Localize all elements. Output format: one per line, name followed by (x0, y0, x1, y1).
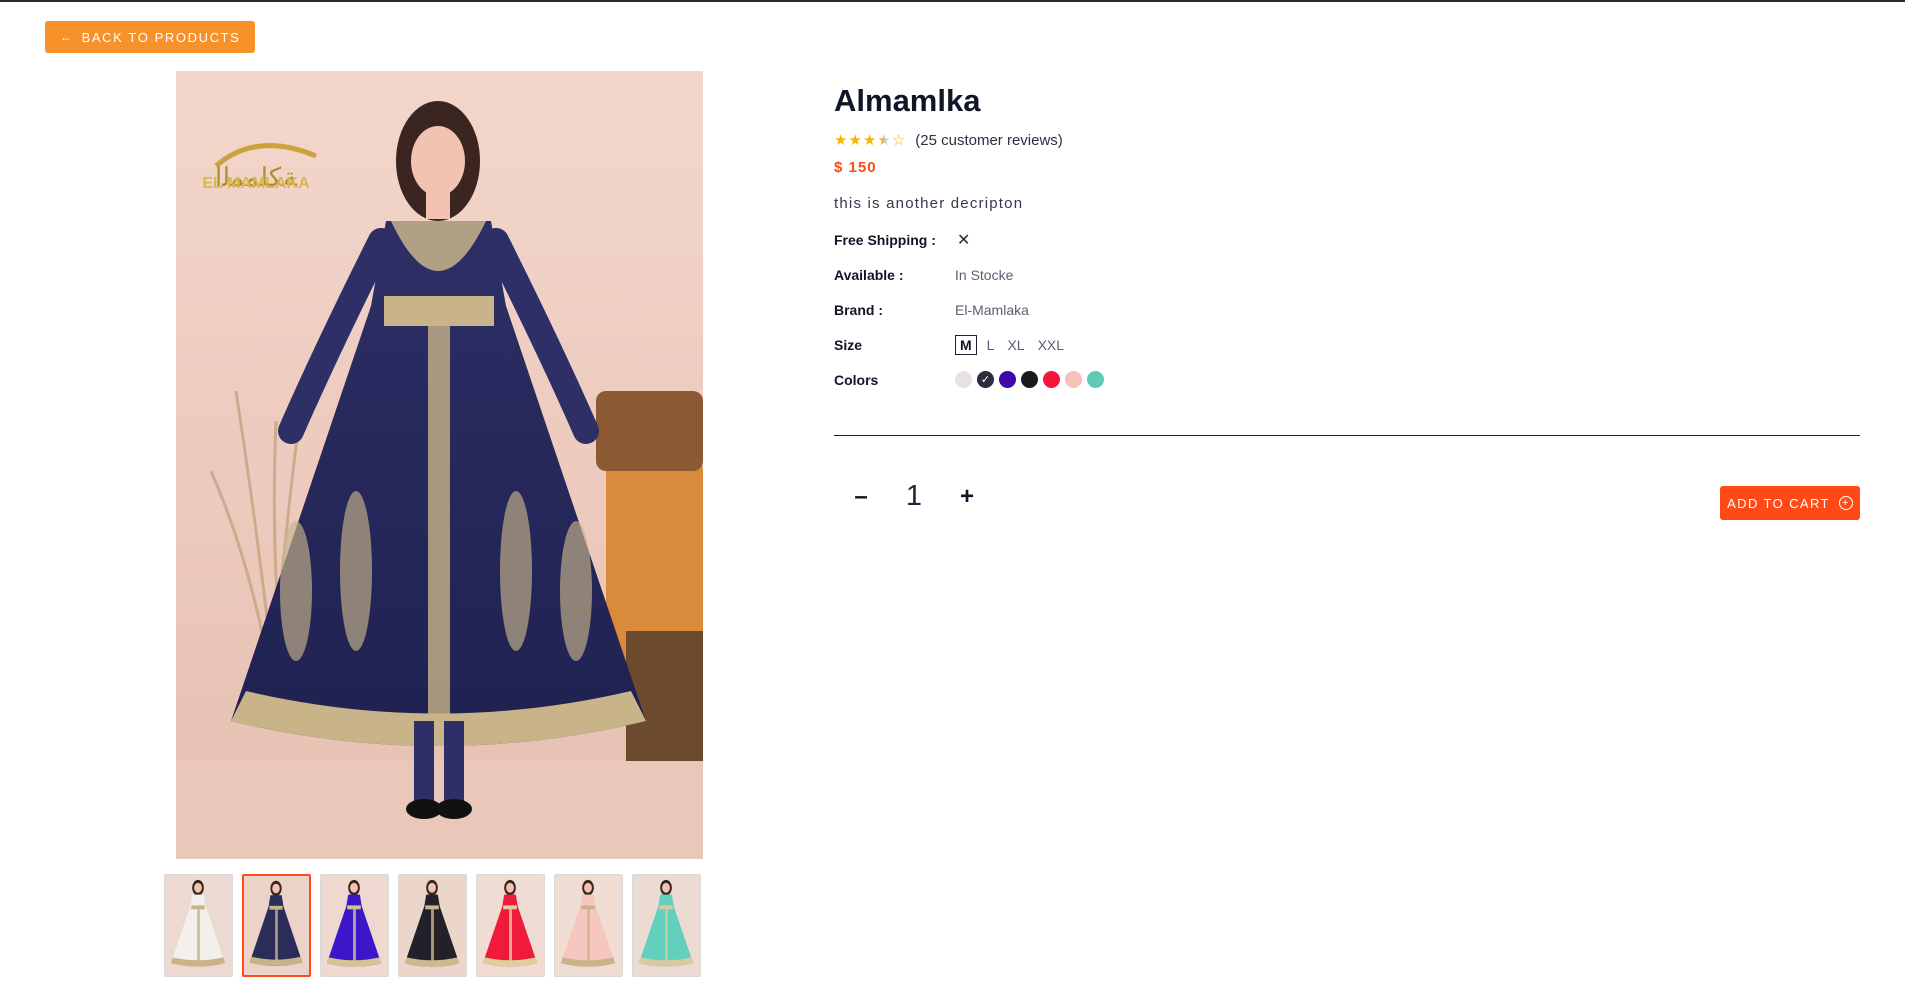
size-option-l[interactable]: L (984, 336, 998, 354)
star-empty-icon: ☆ (891, 131, 906, 149)
star-full-icon: ★ (834, 131, 848, 149)
top-border (0, 0, 1905, 2)
product-thumbnail[interactable] (320, 874, 389, 977)
product-thumbnail[interactable] (554, 874, 623, 977)
details-divider (834, 435, 1860, 436)
close-icon: ✕ (957, 231, 971, 249)
size-option-m[interactable]: M (955, 334, 977, 355)
product-details: Almamlka ★ ★ ★ ★ ☆ (25 customer reviews) $ 1… (834, 80, 1860, 397)
size-label: Size (834, 336, 863, 353)
colors-row: Colors ✓ (834, 362, 1860, 397)
add-to-cart-label: ADD TO CART (1727, 495, 1830, 511)
rating-row: ★ ★ ★ ★ ☆ (25 customer reviews) (834, 130, 1860, 150)
brand-row: Brand : El-Mamlaka (834, 292, 1860, 327)
add-to-cart-button[interactable]: ADD TO CART + (1720, 486, 1860, 520)
product-thumbnail[interactable] (632, 874, 701, 977)
size-row: Size M L XL XXL (834, 327, 1860, 362)
decrease-quantity-button[interactable]: – (850, 483, 872, 511)
color-swatch[interactable] (999, 371, 1016, 388)
color-swatch[interactable] (1043, 371, 1060, 388)
brand-value: El-Mamlaka (955, 301, 1029, 318)
color-options: ✓ (955, 371, 1104, 388)
star-full-icon: ★ (848, 131, 862, 149)
color-swatch[interactable]: ✓ (977, 371, 994, 388)
size-option-xxl[interactable]: XXL (1035, 336, 1067, 354)
product-title: Almamlka (834, 83, 981, 118)
arrow-left-icon: ← (60, 30, 74, 44)
plus-circle-icon: + (1838, 496, 1853, 510)
star-half-icon: ★ (877, 131, 891, 149)
color-swatch[interactable] (1087, 371, 1104, 388)
quantity-value: 1 (905, 480, 923, 512)
available-label: Available : (834, 266, 904, 283)
thumbnail-strip (164, 874, 701, 977)
image-watermark-text: EL MAMLAKA (202, 175, 310, 192)
free-shipping-row: Free Shipping : ✕ (834, 222, 1860, 257)
star-full-icon: ★ (862, 131, 877, 149)
check-icon: ✓ (980, 374, 991, 386)
size-option-xl[interactable]: XL (1004, 336, 1027, 354)
product-description: this is another decripton (834, 195, 1024, 212)
color-swatch[interactable] (1021, 371, 1038, 388)
product-main-image: ﺔﻜﻠﻤﻤﻟا EL MAMLAKA (176, 71, 703, 859)
color-swatch[interactable] (955, 371, 972, 388)
product-thumbnail[interactable] (476, 874, 545, 977)
back-button-label: BACK TO PRODUCTS (81, 29, 241, 45)
colors-label: Colors (834, 371, 879, 388)
free-shipping-label: Free Shipping : (834, 231, 936, 248)
product-price: $ 150 (834, 159, 877, 176)
back-to-products-button[interactable]: ← BACK TO PRODUCTS (45, 21, 256, 53)
color-swatch[interactable] (1065, 371, 1082, 388)
product-thumbnail[interactable] (164, 874, 233, 977)
availability-row: Available : In Stocke (834, 257, 1860, 292)
product-thumbnail[interactable] (398, 874, 467, 977)
rating-stars: ★ ★ ★ ★ ☆ (834, 133, 905, 148)
brand-label: Brand : (834, 301, 883, 318)
increase-quantity-button[interactable]: + (956, 483, 978, 511)
review-count-link[interactable]: (25 customer reviews) (915, 132, 1063, 149)
product-thumbnail[interactable] (242, 874, 311, 977)
size-options: M L XL XXL (955, 334, 1067, 355)
quantity-stepper: – 1 + (850, 480, 978, 513)
available-value: In Stocke (955, 266, 1014, 283)
